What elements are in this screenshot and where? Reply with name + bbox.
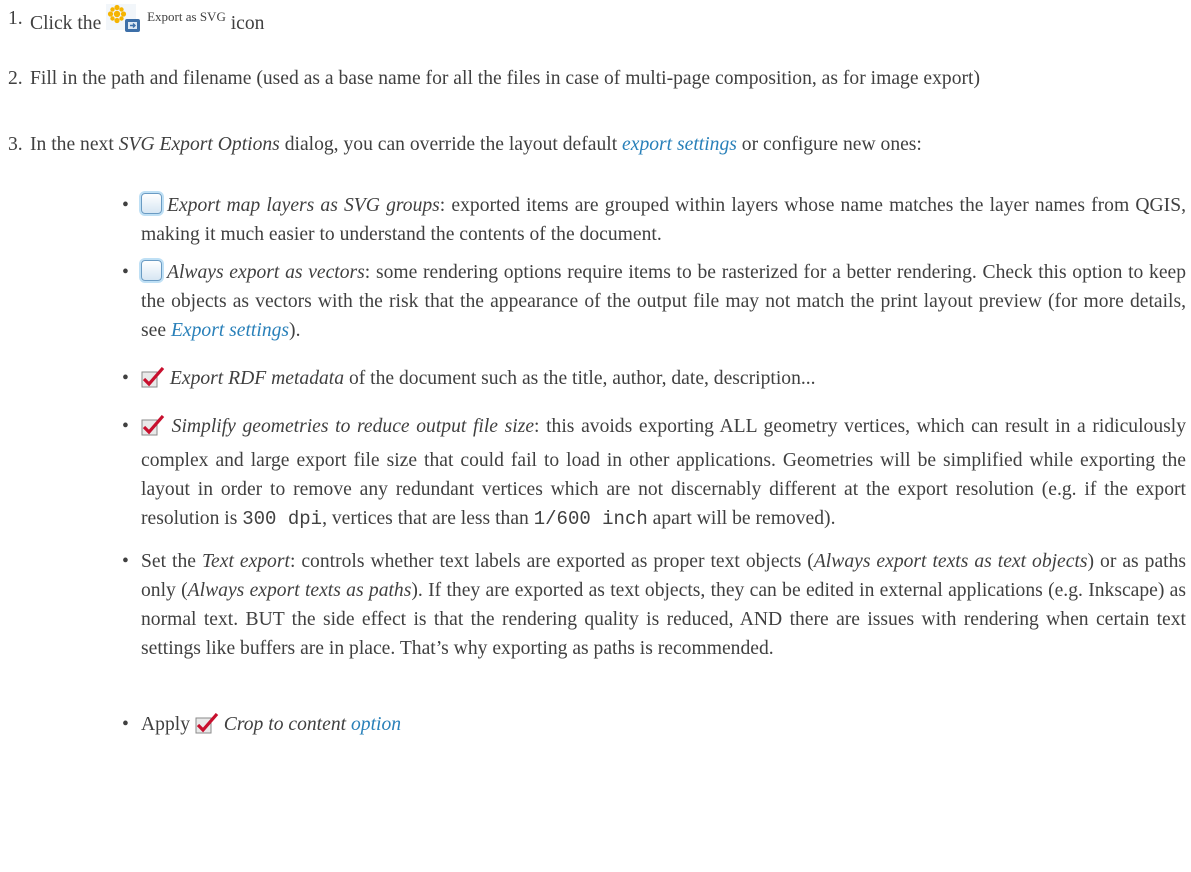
code-literal: 300 dpi [242,508,323,530]
option-label: Export RDF metadata [169,368,345,389]
step-number: 2. [8,68,23,89]
list-item: • Export RDF metadata of the document su… [122,364,1186,398]
list-item: • Set the Text export: controls whether … [122,547,1186,663]
step-text: dialog, you can override the layout defa… [284,134,618,155]
step-number: 1. [8,8,23,29]
option-text: Set the [141,551,196,572]
export-as-svg-icon[interactable] [106,4,142,43]
unchecked-checkbox-icon [141,260,162,281]
list-item: • Always export as vectors: some renderi… [122,258,1186,345]
step-text: Click the [30,13,102,34]
list-item: • Apply Crop to content option [122,710,1186,744]
step-2: 2. Fill in the path and filename (used a… [8,64,1191,93]
option-link[interactable]: option [351,714,401,735]
export-settings-link[interactable]: export settings [622,134,737,155]
option-label: Export map layers as SVG groups [167,195,440,216]
step-1: 1. Click the Export as SVG icon [8,4,264,43]
step-text: or configure new ones: [741,134,922,155]
option-label: Text export [201,551,290,572]
checked-checkbox-icon [195,712,219,744]
step-text: Fill in the path and filename (used as a… [30,68,981,89]
option-text: Apply [141,714,190,735]
step-number: 3. [8,134,23,155]
step-3: 3. In the next SVG Export Options dialog… [8,130,1191,159]
list-item: • Export map layers as SVG groups: expor… [122,191,1186,249]
bullet: • [122,368,129,389]
bullet: • [122,714,129,735]
unchecked-checkbox-icon [141,193,162,214]
option-label: Simplify geometries to reduce output fil… [171,416,535,437]
option-label: Always export as vectors [167,262,365,283]
option-text: , vertices that are less than [322,508,529,529]
dialog-name: SVG Export Options [118,134,280,155]
checked-checkbox-icon [141,366,165,398]
checked-checkbox-icon [141,414,165,446]
list-item: • Simplify geometries to reduce output f… [122,412,1186,534]
option-text: of the document such as the title, autho… [348,368,816,389]
bullet: • [122,416,129,437]
bullet: • [122,195,129,216]
step-text-end: icon [230,13,265,34]
option-text: apart will be removed). [652,508,836,529]
option-text: ). [289,320,301,341]
bullet: • [122,551,129,572]
bullet: • [122,262,129,283]
code-literal: 1/600 inch [533,508,648,530]
option-emphasis: Always export texts as text objects [813,551,1088,572]
step-text: In the next [30,134,114,155]
export-settings-link[interactable]: Export settings [171,320,289,341]
option-label: Crop to content [223,714,347,735]
option-emphasis: Always export texts as paths [187,580,412,601]
export-as-svg-label: Export as SVG [147,9,226,24]
option-text: : controls whether text labels are expor… [289,551,814,572]
